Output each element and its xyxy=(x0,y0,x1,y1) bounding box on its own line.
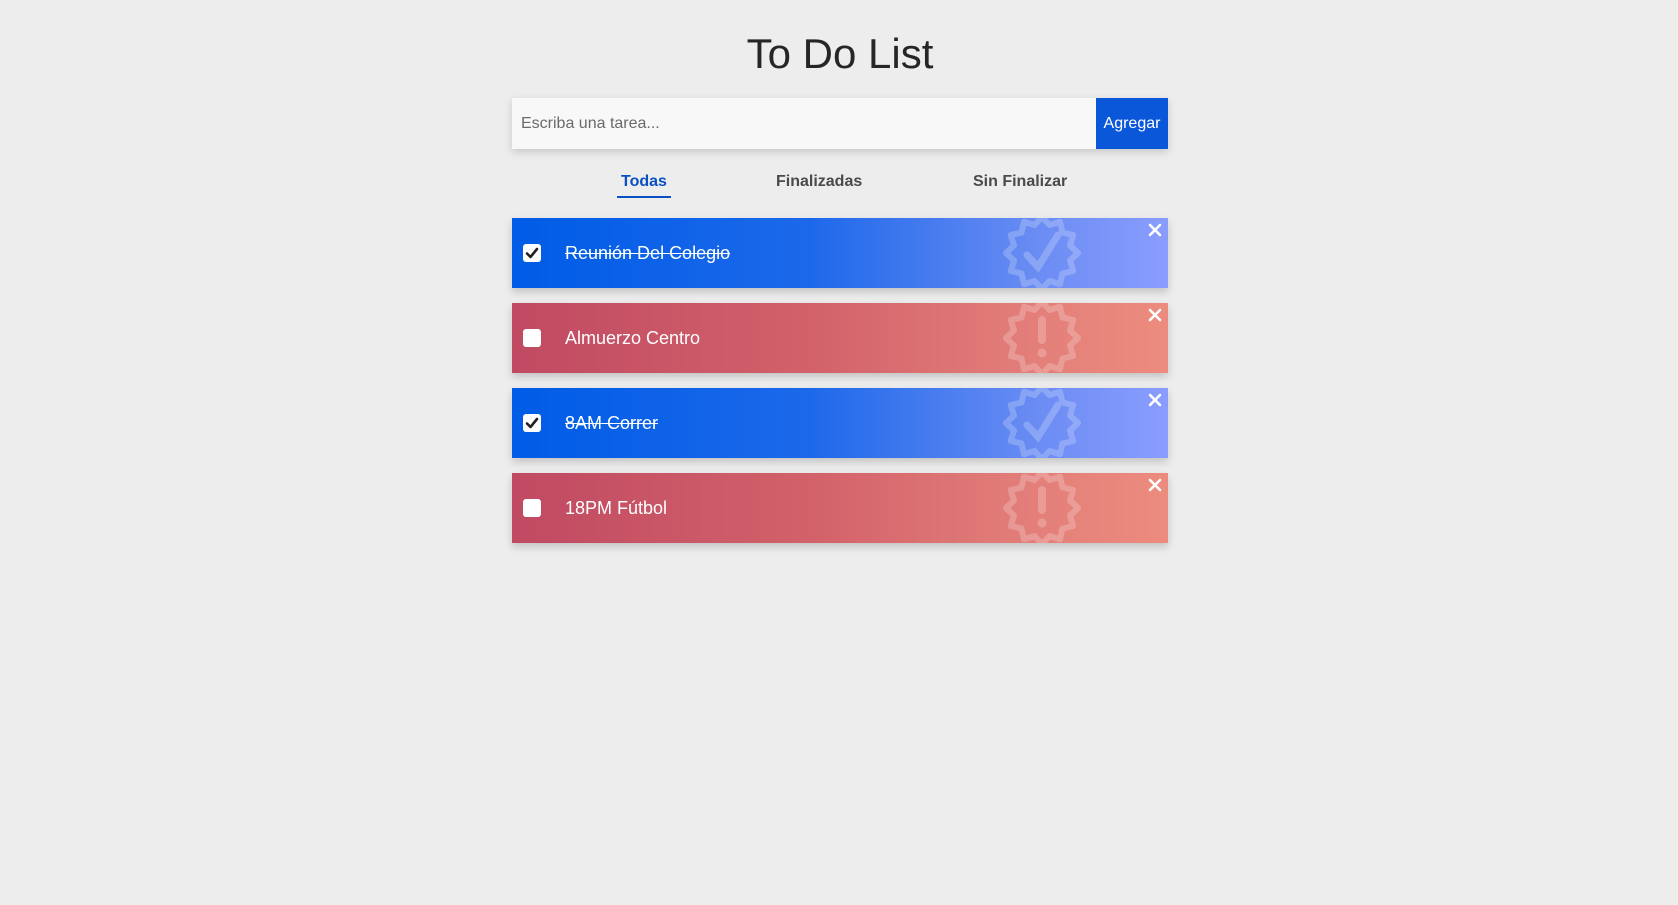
filter-tabs: Todas Finalizadas Sin Finalizar xyxy=(512,170,1168,200)
badge-alert-icon xyxy=(1003,473,1081,543)
badge-exclamation-dot xyxy=(1037,348,1047,358)
badge-exclamation-dot xyxy=(1037,518,1047,528)
checkmark-icon xyxy=(525,417,539,429)
badge-outline xyxy=(1003,388,1081,458)
task-text: 18PM Fútbol xyxy=(565,498,668,518)
badge-alert-icon xyxy=(1003,303,1081,373)
task-checkbox[interactable] xyxy=(523,499,541,517)
badge-check-mark xyxy=(1023,231,1062,273)
badge-check-mark xyxy=(1023,401,1062,443)
task-list: Reunión Del Colegio Almuerzo Centro 8AM … xyxy=(512,218,1168,558)
task-item: Reunión Del Colegio xyxy=(512,218,1168,288)
badge-check-icon xyxy=(1003,388,1081,458)
add-task-form: Agregar xyxy=(512,98,1168,149)
delete-task-button[interactable] xyxy=(1146,391,1164,409)
checkmark-icon xyxy=(525,247,539,259)
badge-outline xyxy=(1003,218,1081,288)
tab-all[interactable]: Todas xyxy=(617,170,671,198)
task-item: 18PM Fútbol xyxy=(512,473,1168,543)
tab-unfinished[interactable]: Sin Finalizar xyxy=(969,170,1071,196)
task-input[interactable] xyxy=(512,98,1096,149)
task-text: 8AM Correr xyxy=(565,413,659,433)
task-text: Almuerzo Centro xyxy=(565,328,701,348)
close-icon xyxy=(1148,393,1162,407)
close-icon xyxy=(1148,478,1162,492)
delete-task-button[interactable] xyxy=(1146,476,1164,494)
close-icon xyxy=(1148,308,1162,322)
task-checkbox[interactable] xyxy=(523,414,541,432)
delete-task-button[interactable] xyxy=(1146,221,1164,239)
task-item: Almuerzo Centro xyxy=(512,303,1168,373)
task-checkbox[interactable] xyxy=(523,329,541,347)
close-icon xyxy=(1148,223,1162,237)
tab-finished[interactable]: Finalizadas xyxy=(772,170,866,196)
delete-task-button[interactable] xyxy=(1146,306,1164,324)
task-text: Reunión Del Colegio xyxy=(565,243,731,263)
add-task-button[interactable]: Agregar xyxy=(1096,98,1168,149)
task-item: 8AM Correr xyxy=(512,388,1168,458)
task-checkbox[interactable] xyxy=(523,244,541,262)
page-title: To Do List xyxy=(746,30,934,77)
badge-check-icon xyxy=(1003,218,1081,288)
